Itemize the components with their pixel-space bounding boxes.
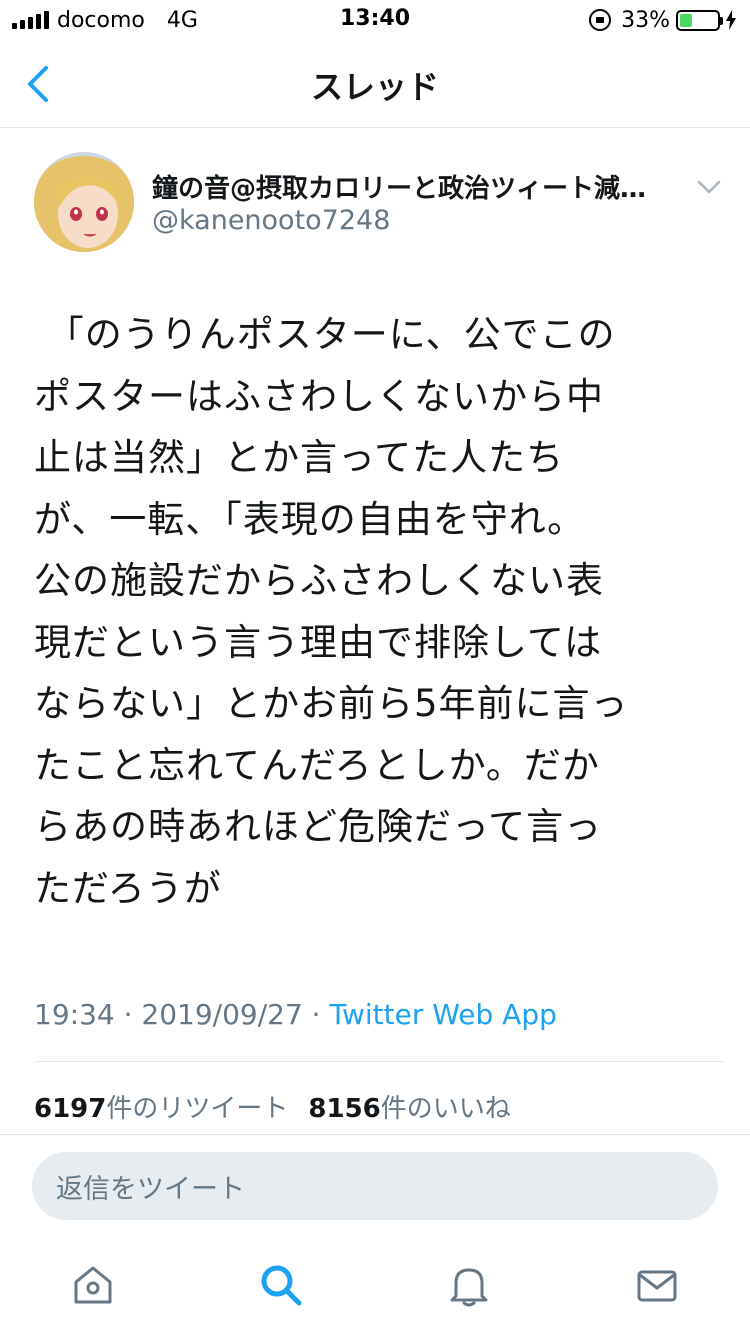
avatar[interactable] — [34, 152, 134, 252]
tweet-stats: 6197件のリツイート 8156件のいいね — [34, 1088, 511, 1125]
retweet-label: 件のリツイート — [106, 1094, 289, 1124]
page-title: スレッド — [310, 68, 439, 106]
status-bar: docomo 4G 13:40 33% — [0, 0, 750, 40]
display-name[interactable]: 鐘の音@摂取カロリーと政治ツィート減… — [152, 168, 692, 205]
tweet-meta: 19:34 · 2019/09/27 · Twitter Web App — [34, 998, 557, 1031]
chevron-down-icon[interactable] — [696, 178, 722, 196]
bell-icon[interactable] — [446, 1262, 492, 1308]
nav-bar: スレッド — [0, 40, 750, 128]
tab-bar — [0, 1240, 750, 1334]
reply-input[interactable]: 返信をツイート — [32, 1152, 718, 1220]
battery-fill — [680, 13, 692, 27]
divider — [34, 1061, 724, 1062]
like-stat[interactable]: 8156件のいいね — [308, 1094, 510, 1124]
tweet-text: 「のうりんポスターに、公でこの ポスターはふさわしくないから中 止は当然」とか言… — [34, 313, 629, 910]
home-icon[interactable] — [70, 1262, 116, 1308]
battery-percent: 33% — [621, 7, 670, 33]
timestamp: 19:34 · 2019/09/27 · — [34, 998, 330, 1031]
avatar-image — [34, 152, 134, 252]
retweet-count: 6197 — [34, 1094, 107, 1124]
retweet-stat[interactable]: 6197件のリツイート — [34, 1094, 288, 1124]
rotation-lock-icon — [589, 9, 612, 31]
reply-placeholder: 返信をツイート — [56, 1173, 245, 1205]
mail-icon[interactable] — [634, 1262, 680, 1308]
source-link[interactable]: Twitter Web App — [329, 998, 556, 1031]
user-handle[interactable]: @kanenooto7248 — [152, 205, 390, 236]
status-right: 33% — [589, 7, 736, 33]
like-label: 件のいいね — [380, 1094, 511, 1124]
divider — [0, 1134, 750, 1135]
charging-icon — [726, 10, 736, 30]
battery-icon — [676, 9, 723, 31]
search-icon[interactable] — [258, 1262, 304, 1308]
like-count: 8156 — [308, 1094, 381, 1124]
